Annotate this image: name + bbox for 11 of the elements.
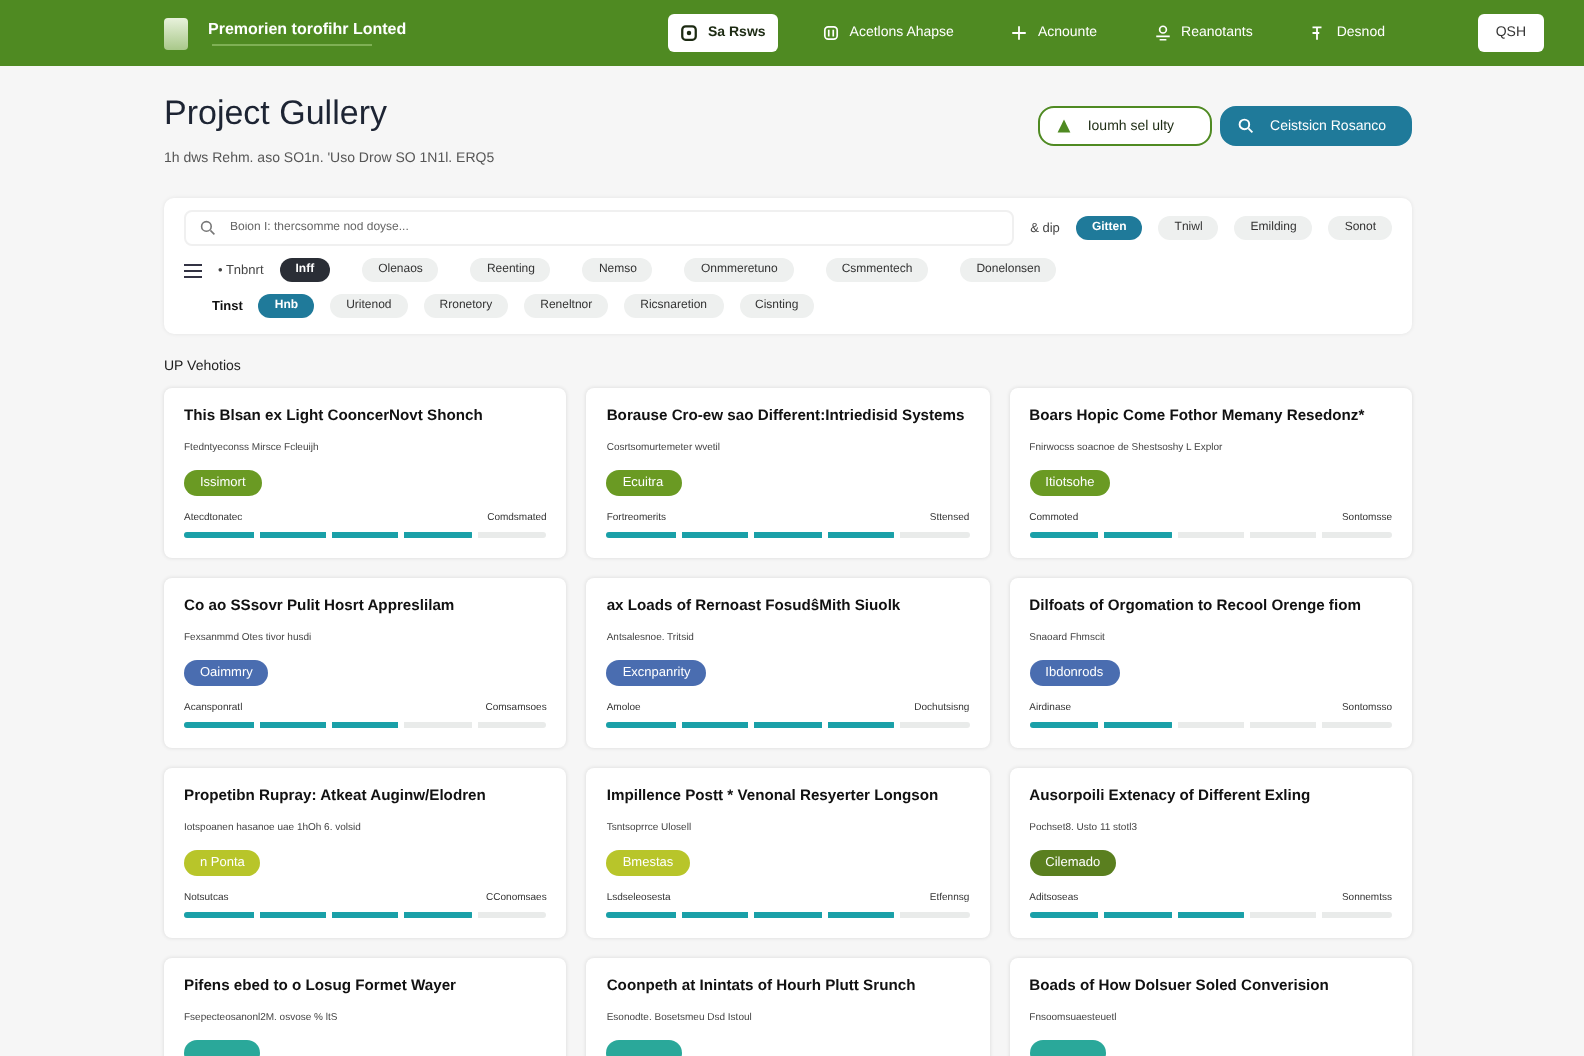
person-icon: [1153, 24, 1172, 42]
page-title: Project Gullery: [164, 94, 389, 134]
search-icon: [200, 220, 216, 236]
list-icon: [184, 263, 202, 277]
triangle-icon: [1055, 118, 1072, 134]
search-icon: [1238, 118, 1255, 134]
square-icon: [821, 24, 840, 42]
plus-icon: [1009, 24, 1028, 42]
logo-icon: [164, 17, 188, 49]
badge-icon: [680, 24, 698, 42]
brand-name: Premorien torofihr Lonted: [208, 20, 409, 38]
